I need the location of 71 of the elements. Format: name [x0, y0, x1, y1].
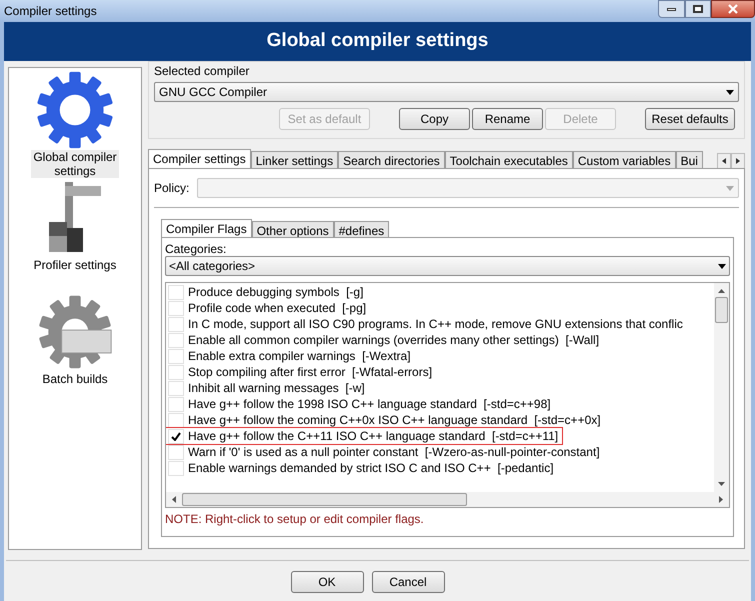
- tab[interactable]: Bui: [676, 151, 703, 169]
- checkbox[interactable]: [168, 444, 184, 460]
- sidebar-item[interactable]: Profiler settings: [9, 178, 141, 272]
- gear-icon: [35, 70, 115, 150]
- flag-row[interactable]: In C mode, support all ISO C90 programs. In C++ mode, remove GNU extensions that conflic: [166, 316, 687, 332]
- maximize-button[interactable]: [685, 0, 711, 18]
- categories-dropdown[interactable]: <All categories>: [165, 256, 730, 276]
- dialog-button[interactable]: Cancel: [372, 571, 444, 593]
- right-arrow-icon: [736, 158, 740, 164]
- sidebar-item[interactable]: Global compiler settings: [9, 70, 141, 178]
- tab[interactable]: Other options: [252, 221, 334, 238]
- flag-row[interactable]: Enable warnings demanded by strict ISO C and ISO C++ [-pedantic]: [166, 460, 558, 476]
- check-icon: [171, 432, 181, 440]
- tab[interactable]: Compiler Flags: [161, 219, 252, 238]
- checkbox[interactable]: [168, 396, 184, 412]
- window-title: Compiler settings: [4, 3, 97, 20]
- tab[interactable]: Compiler settings: [148, 149, 251, 169]
- checkbox[interactable]: [168, 460, 184, 476]
- push-button[interactable]: Rename: [472, 108, 543, 130]
- tab[interactable]: Custom variables: [572, 151, 676, 169]
- checkbox[interactable]: [168, 364, 184, 380]
- policy-label: Policy:: [154, 180, 190, 197]
- vertical-scrollbar[interactable]: [714, 283, 729, 492]
- flag-row[interactable]: Have g++ follow the coming C++0x ISO C++ language standard [-std=c++0x]: [166, 412, 605, 428]
- minimize-button[interactable]: [658, 0, 685, 18]
- flag-row[interactable]: Enable extra compiler warnings [-Wextra]: [166, 348, 415, 364]
- flag-row[interactable]: Enable all common compiler warnings (overrides many other settings) [-Wall]: [166, 332, 604, 348]
- scrollbar-thumb[interactable]: [182, 493, 467, 506]
- close-icon: [728, 4, 738, 14]
- tab[interactable]: #defines: [334, 221, 390, 238]
- right-arrow-icon: [719, 496, 723, 503]
- tab[interactable]: Linker settings: [250, 151, 338, 169]
- flag-row[interactable]: Warn if '0' is used as a null pointer constant [-Wzero-as-null-pointer-constant]: [166, 444, 604, 460]
- down-arrow-icon: [718, 482, 725, 486]
- scroll-right-button[interactable]: [731, 153, 745, 169]
- compiler-dropdown[interactable]: GNU GCC Compiler: [154, 82, 739, 102]
- caret-icon: [726, 186, 734, 190]
- note-text: NOTE: Right-click to setup or edit compiler flags.: [165, 511, 425, 528]
- push-button[interactable]: Reset defaults: [645, 108, 735, 130]
- scroll-left-button[interactable]: [717, 153, 731, 169]
- scrollbar-thumb[interactable]: [715, 297, 728, 323]
- caret-icon: [726, 90, 734, 94]
- push-button[interactable]: Copy: [399, 108, 470, 130]
- group-label: Selected compiler: [154, 63, 250, 79]
- left-arrow-icon: [172, 496, 176, 503]
- flag-row[interactable]: Inhibit all warning messages [-w]: [166, 380, 369, 396]
- up-arrow-icon: [718, 289, 725, 293]
- flag-row[interactable]: Have g++ follow the C++11 ISO C++ language standard [-std=c++11]: [166, 428, 562, 444]
- checkbox[interactable]: [168, 428, 184, 444]
- caret-icon: [718, 264, 726, 268]
- horizontal-scrollbar[interactable]: [166, 492, 729, 507]
- checkbox[interactable]: [168, 348, 184, 364]
- checkbox[interactable]: [168, 380, 184, 396]
- dialog-button[interactable]: OK: [290, 571, 364, 593]
- checkbox[interactable]: [168, 412, 184, 428]
- left-arrow-icon: [722, 158, 726, 164]
- flag-row[interactable]: Produce debugging symbols [-g]: [166, 284, 368, 300]
- tab[interactable]: Search directories: [338, 151, 445, 169]
- flag-row[interactable]: Have g++ follow the 1998 ISO C++ language standard [-std=c++98]: [166, 396, 555, 412]
- sidebar-item[interactable]: Batch builds: [9, 292, 141, 386]
- checkbox[interactable]: [168, 316, 184, 332]
- flag-row[interactable]: Stop compiling after first error [-Wfatal-errors]: [166, 364, 436, 380]
- tab[interactable]: Toolchain executables: [444, 151, 573, 169]
- categories-label: Categories:: [165, 242, 228, 256]
- policy-dropdown[interactable]: [197, 178, 739, 198]
- header-title: Global compiler settings: [266, 29, 488, 54]
- checkbox[interactable]: [168, 332, 184, 348]
- checkbox[interactable]: [168, 300, 184, 316]
- flag-row[interactable]: Profile code when executed [-pg]: [166, 300, 370, 316]
- close-button[interactable]: [711, 0, 755, 18]
- checkbox[interactable]: [168, 284, 184, 300]
